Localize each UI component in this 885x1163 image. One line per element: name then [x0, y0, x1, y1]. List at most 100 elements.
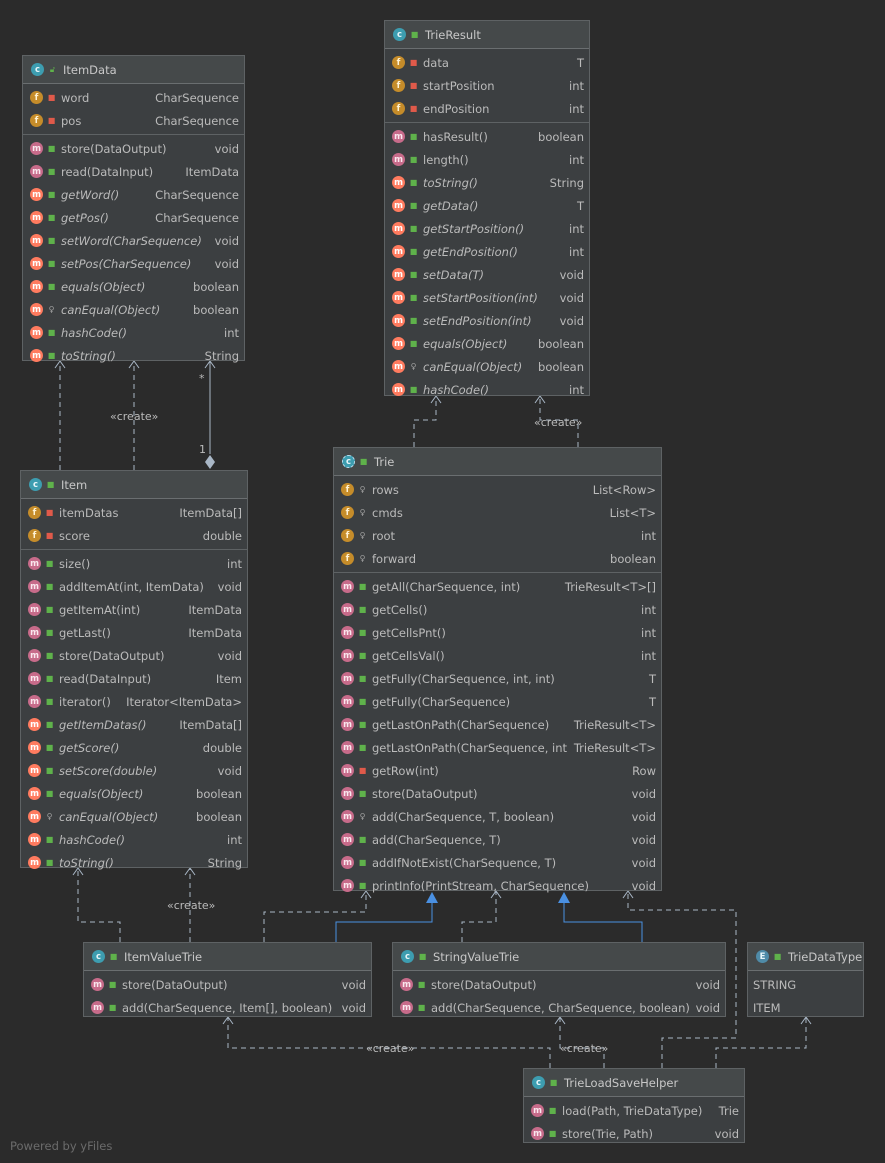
- method-row[interactable]: m ■ getScore() double: [21, 736, 247, 759]
- method-row[interactable]: m ■ read(DataInput) Item: [21, 667, 247, 690]
- method-row[interactable]: m ♀ canEqual(Object) boolean: [385, 355, 589, 378]
- method-row[interactable]: m ■ getStartPosition() int: [385, 217, 589, 240]
- method-row[interactable]: m ■ hashCode() int: [21, 828, 247, 851]
- field-row[interactable]: f ♀ forward boolean: [334, 547, 661, 570]
- method-row[interactable]: m ■ setEndPosition(int) void: [385, 309, 589, 332]
- method-row[interactable]: m ■ equals(Object) boolean: [23, 275, 244, 298]
- method-row[interactable]: m ■ hashCode() int: [23, 321, 244, 344]
- method-row[interactable]: m ■ read(DataInput) ItemData: [23, 160, 244, 183]
- method-row[interactable]: m ■ getItemDatas() ItemData[]: [21, 713, 247, 736]
- field-icon: f: [341, 506, 354, 519]
- method-row[interactable]: m ■ setPos(CharSequence) void: [23, 252, 244, 275]
- method-row[interactable]: m ■ setScore(double) void: [21, 759, 247, 782]
- method-type: void: [217, 648, 242, 663]
- field-row[interactable]: f ■ endPosition int: [385, 97, 589, 120]
- method-name: getLastOnPath(CharSequence, int): [372, 740, 568, 755]
- method-row[interactable]: m ■ getFully(CharSequence) T: [334, 690, 661, 713]
- public-icon: ■: [47, 351, 56, 360]
- class-itemdata[interactable]: c 🔓︎ ItemData f ■ word CharSequence f ■ pos Ch…: [22, 55, 245, 363]
- method-row[interactable]: m ■ store(DataOutput) void: [334, 782, 661, 805]
- override-method-icon: m: [392, 222, 405, 235]
- method-row[interactable]: m ■ equals(Object) boolean: [385, 332, 589, 355]
- field-row[interactable]: f ■ pos CharSequence: [23, 109, 244, 132]
- field-row[interactable]: f ■ itemDatas ItemData[]: [21, 501, 247, 524]
- method-row[interactable]: m ■ getCells() int: [334, 598, 661, 621]
- method-row[interactable]: m ■ getAll(CharSequence, int) TrieResult<T>…: [334, 575, 661, 598]
- method-row[interactable]: m ■ setWord(CharSequence) void: [23, 229, 244, 252]
- method-row[interactable]: m ■ getLast() ItemData: [21, 621, 247, 644]
- method-row[interactable]: m ■ store(DataOutput) void: [84, 973, 371, 996]
- method-row[interactable]: m ■ addItemAt(int, ItemData) void: [21, 575, 247, 598]
- field-row[interactable]: f ♀ root int: [334, 524, 661, 547]
- class-itemvaluetrie[interactable]: c ■ ItemValueTrie m ■ store(DataOutput) voi…: [83, 942, 372, 1017]
- method-row[interactable]: m ■ getItemAt(int) ItemData: [21, 598, 247, 621]
- method-row[interactable]: m ■ getLastOnPath(CharSequence, int) TrieRe…: [334, 736, 661, 759]
- public-icon: ■: [47, 213, 56, 222]
- field-icon: f: [341, 529, 354, 542]
- method-row[interactable]: m ■ getPos() CharSequence: [23, 206, 244, 229]
- footer-text: Powered by yFiles: [10, 1139, 113, 1153]
- method-row[interactable]: m ■ add(CharSequence, Item[], boolean) void: [84, 996, 371, 1019]
- field-row[interactable]: f ■ startPosition int: [385, 74, 589, 97]
- method-row[interactable]: m ■ add(CharSequence, CharSequence, boolea…: [393, 996, 725, 1019]
- method-row[interactable]: m ■ store(DataOutput) void: [21, 644, 247, 667]
- method-type: void: [631, 809, 656, 824]
- class-trieloadsavehelper[interactable]: c ■ TrieLoadSaveHelper m ■ load(Path, Trie…: [523, 1068, 745, 1143]
- field-row[interactable]: f ♀ rows List<Row>: [334, 478, 661, 501]
- method-row[interactable]: m ■ size() int: [21, 552, 247, 575]
- method-row[interactable]: m ■ getCellsPnt() int: [334, 621, 661, 644]
- private-icon: ■: [409, 104, 418, 113]
- enum-constant[interactable]: ITEM: [748, 996, 863, 1019]
- method-name: equals(Object): [423, 336, 508, 351]
- method-row[interactable]: m ■ equals(Object) boolean: [21, 782, 247, 805]
- method-row[interactable]: m ■ getCellsVal() int: [334, 644, 661, 667]
- enum-triedatatype[interactable]: E ■ TrieDataType STRING ITEM: [747, 942, 864, 1017]
- method-row[interactable]: m ■ store(Trie, Path) void: [524, 1122, 744, 1145]
- method-row[interactable]: m ■ hashCode() int: [385, 378, 589, 401]
- method-row[interactable]: m ■ store(DataOutput) void: [23, 137, 244, 160]
- method-row[interactable]: m ■ getEndPosition() int: [385, 240, 589, 263]
- method-row[interactable]: m ■ getLastOnPath(CharSequence) TrieResult<…: [334, 713, 661, 736]
- method-row[interactable]: m ■ addIfNotExist(CharSequence, T) void: [334, 851, 661, 874]
- method-row[interactable]: m ♀ canEqual(Object) boolean: [21, 805, 247, 828]
- field-row[interactable]: f ■ word CharSequence: [23, 86, 244, 109]
- method-type: void: [695, 977, 720, 992]
- method-row[interactable]: m ■ toString() String: [23, 344, 244, 367]
- method-row[interactable]: m ■ hasResult() boolean: [385, 125, 589, 148]
- method-row[interactable]: m ■ load(Path, TrieDataType) Trie: [524, 1099, 744, 1122]
- method-row[interactable]: m ■ add(CharSequence, T) void: [334, 828, 661, 851]
- method-row[interactable]: m ♀ canEqual(Object) boolean: [23, 298, 244, 321]
- method-name: getCellsVal(): [372, 648, 445, 663]
- class-header: E ■ TrieDataType: [748, 943, 863, 971]
- method-row[interactable]: m ■ getData() T: [385, 194, 589, 217]
- method-icon: m: [341, 649, 354, 662]
- method-row[interactable]: m ■ getRow(int) Row: [334, 759, 661, 782]
- method-row[interactable]: m ■ getFully(CharSequence, int, int) T: [334, 667, 661, 690]
- method-row[interactable]: m ■ setStartPosition(int) void: [385, 286, 589, 309]
- method-row[interactable]: m ♀ add(CharSequence, T, boolean) void: [334, 805, 661, 828]
- field-row[interactable]: f ■ score double: [21, 524, 247, 547]
- class-trie[interactable]: c ■ Trie f ♀ rows List<Row> f ♀ cmds List<T> f…: [333, 447, 662, 893]
- field-row[interactable]: f ♀ cmds List<T>: [334, 501, 661, 524]
- class-stringvaluetrie[interactable]: c ■ StringValueTrie m ■ store(DataOutput) v…: [392, 942, 726, 1017]
- method-row[interactable]: m ■ toString() String: [385, 171, 589, 194]
- method-type: ItemData: [188, 625, 242, 640]
- method-row[interactable]: m ■ setData(T) void: [385, 263, 589, 286]
- enum-constant[interactable]: STRING: [748, 973, 863, 996]
- method-name: equals(Object): [61, 279, 146, 294]
- method-row[interactable]: m ■ getWord() CharSequence: [23, 183, 244, 206]
- class-icon: c: [31, 63, 44, 76]
- class-trieresult[interactable]: c ■ TrieResult f ■ data T f ■ startPosition in…: [384, 20, 590, 397]
- method-row[interactable]: m ■ printInfo(PrintStream, CharSequence) vo…: [334, 874, 661, 897]
- class-item[interactable]: c ■ Item f ■ itemDatas ItemData[] f ■ score do…: [20, 470, 248, 870]
- field-name: itemDatas: [59, 505, 119, 520]
- method-name: getLastOnPath(CharSequence): [372, 717, 550, 732]
- method-row[interactable]: m ■ toString() String: [21, 851, 247, 874]
- fields-section: f ■ data T f ■ startPosition int f ■ endPosition…: [385, 49, 589, 123]
- field-name: score: [59, 528, 90, 543]
- method-row[interactable]: m ■ iterator() Iterator<ItemData>: [21, 690, 247, 713]
- field-row[interactable]: f ■ data T: [385, 51, 589, 74]
- method-row[interactable]: m ■ length() int: [385, 148, 589, 171]
- method-type: String: [204, 348, 239, 363]
- method-row[interactable]: m ■ store(DataOutput) void: [393, 973, 725, 996]
